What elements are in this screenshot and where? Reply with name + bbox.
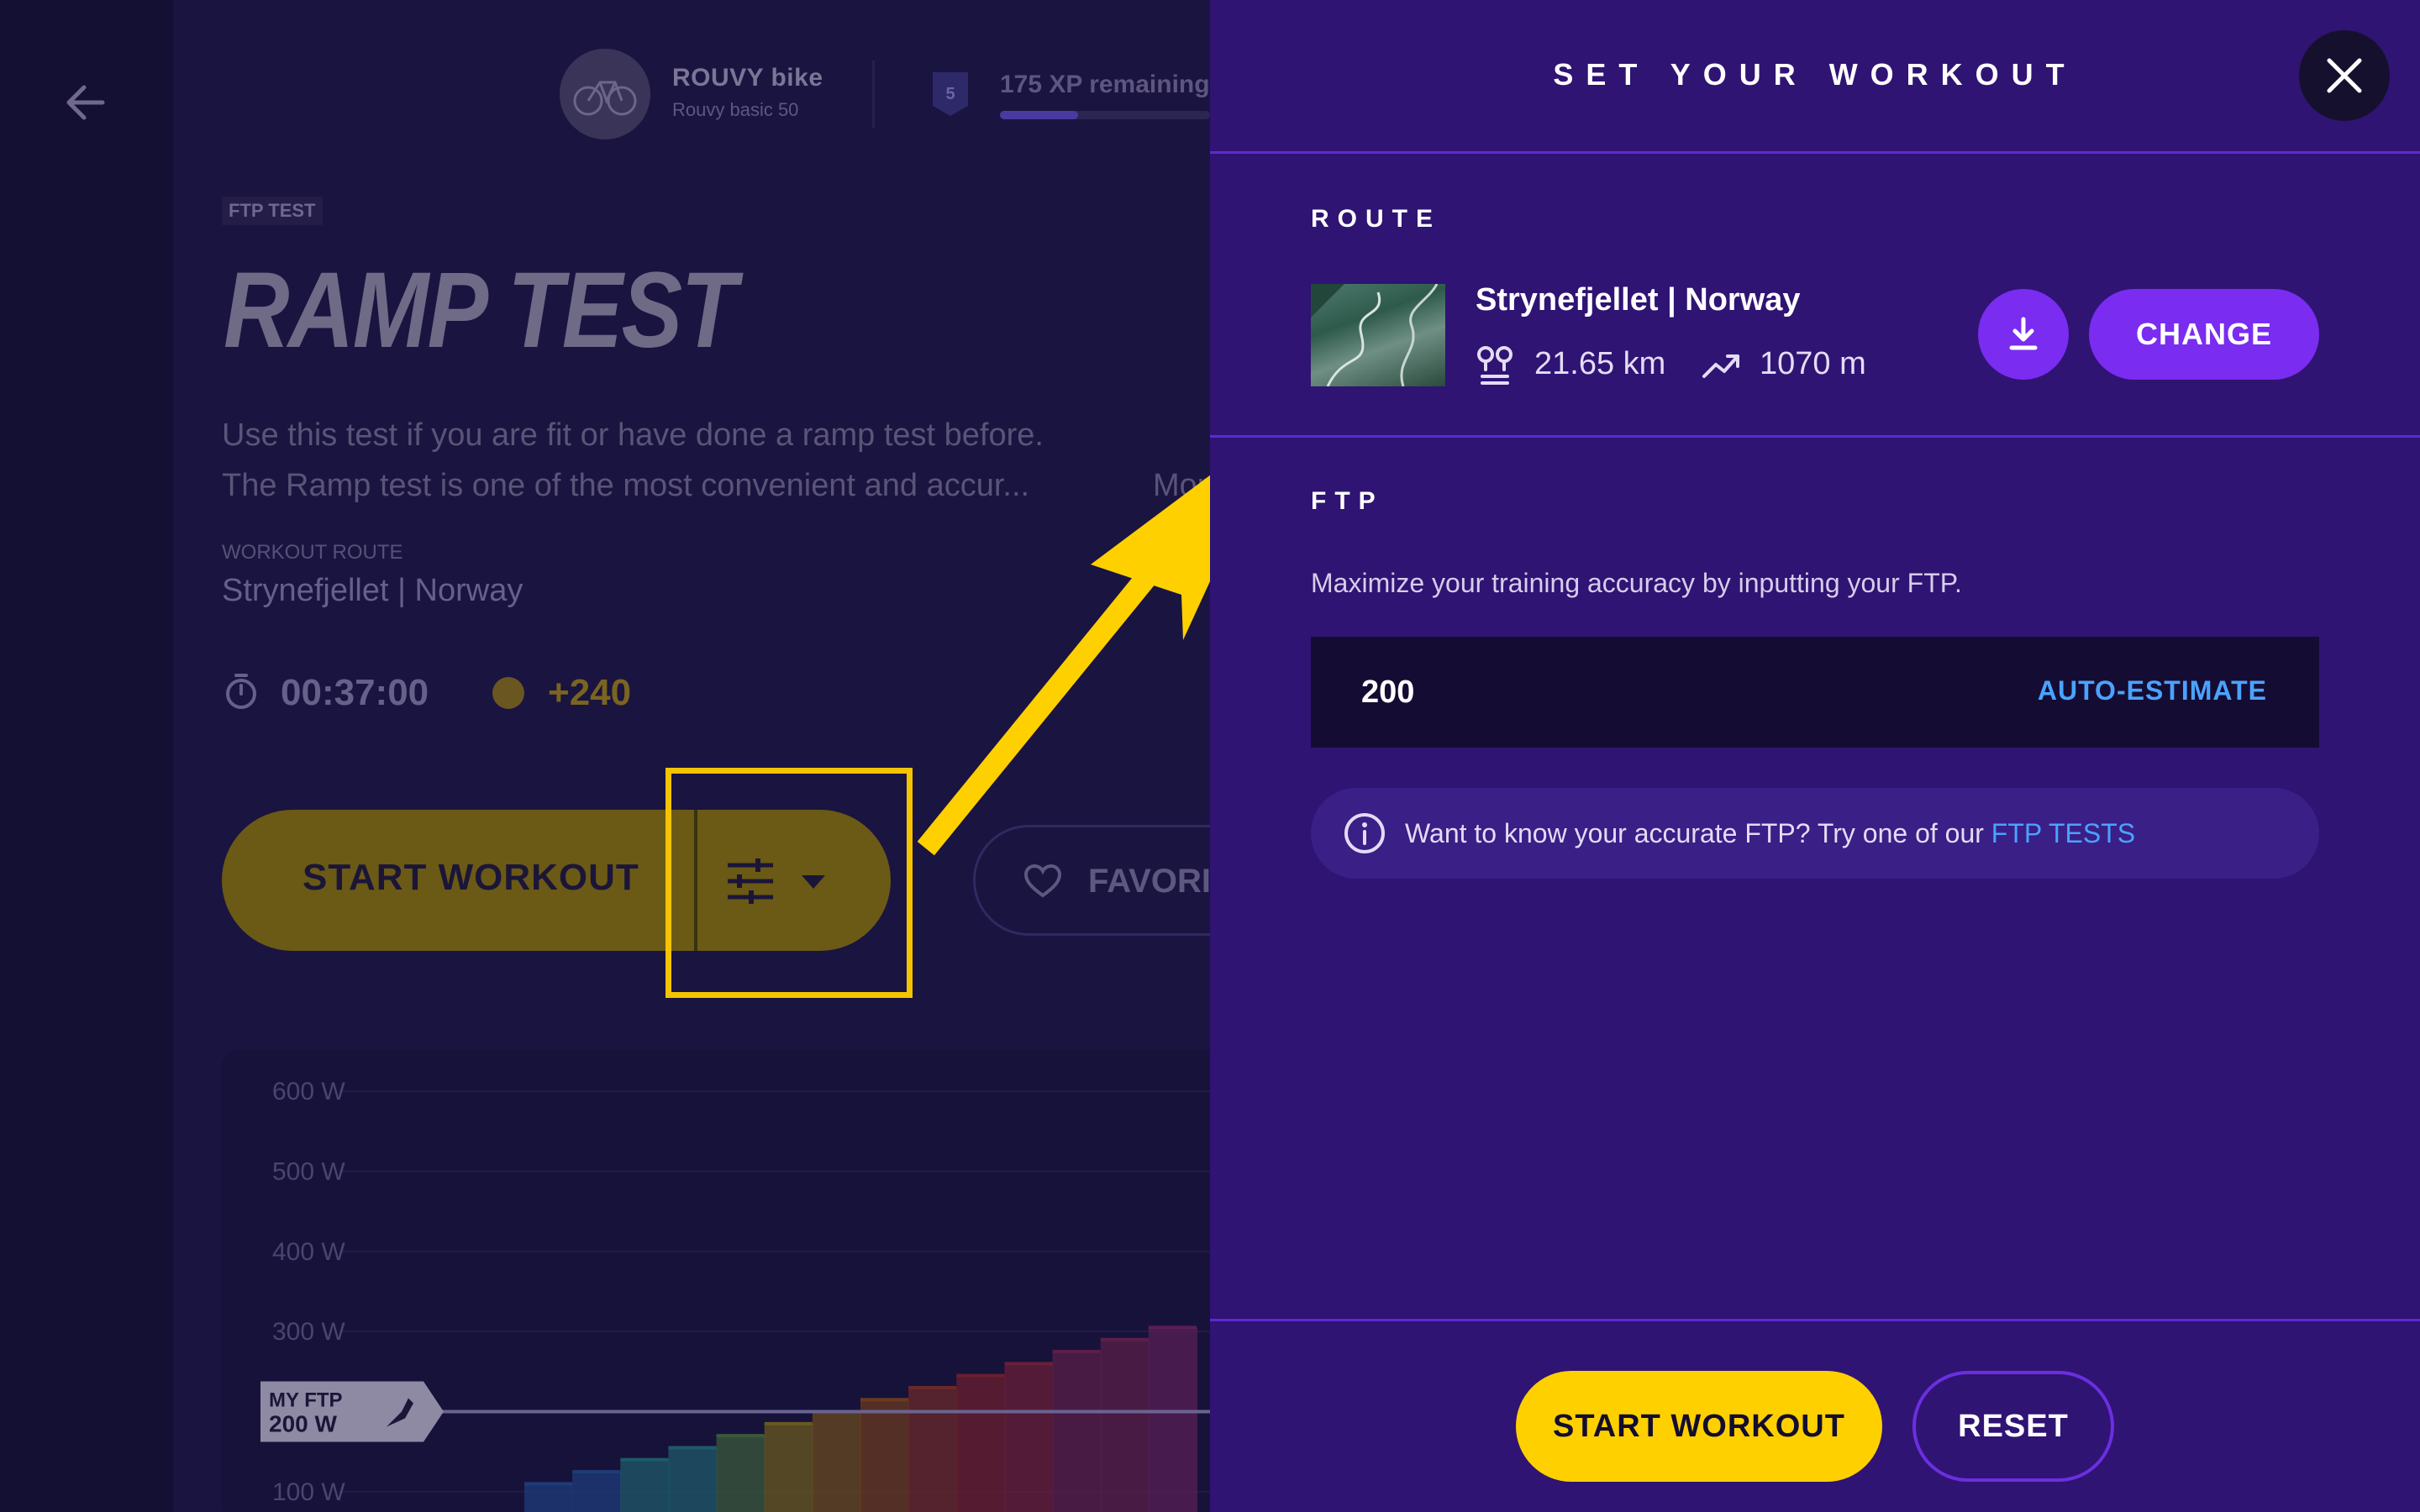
- workout-duration: 00:37:00: [281, 672, 429, 713]
- workout-tag: FTP TEST: [222, 197, 323, 225]
- panel-title: SET YOUR WORKOUT: [1553, 57, 2077, 92]
- settings-highlight-box: [666, 768, 913, 998]
- ftp-info-message: Want to know your accurate FTP? Try one …: [1405, 818, 1984, 848]
- workout-power-chart: 600 W 500 W 400 W 300 W 100 W MY FTP 200 W: [222, 1050, 1210, 1512]
- my-ftp-tag-value: 200 W: [269, 1411, 337, 1437]
- chart-bar: [812, 1411, 861, 1512]
- power-chart-svg: 600 W 500 W 400 W 300 W 100 W MY FTP200 W: [260, 1078, 1210, 1512]
- back-arrow-icon[interactable]: [59, 76, 113, 129]
- route-thumbnail: [1311, 284, 1445, 386]
- workout-xp-reward: +240: [548, 672, 632, 713]
- workout-title: RAMP TEST: [224, 250, 737, 370]
- chart-bar: [716, 1436, 765, 1512]
- heart-icon: [1024, 864, 1061, 898]
- bike-name: ROUVY bike: [672, 64, 823, 92]
- bike-icon: [573, 81, 637, 116]
- change-route-button[interactable]: CHANGE: [2089, 289, 2319, 380]
- chart-bar: [860, 1399, 910, 1512]
- chart-y-tick-label: 100 W: [272, 1478, 345, 1506]
- chart-y-tick-label: 400 W: [272, 1238, 345, 1266]
- download-icon: [2009, 317, 2038, 350]
- level-badge-icon: 5: [933, 72, 968, 116]
- ftp-tests-link[interactable]: FTP TESTS: [1991, 818, 2135, 848]
- route-thumbnail-image: [1311, 284, 1439, 386]
- chart-bar: [1100, 1339, 1150, 1512]
- chart-bar: [668, 1447, 718, 1512]
- my-ftp-tag-label: MY FTP: [269, 1389, 343, 1412]
- ftp-info-banner: Want to know your accurate FTP? Try one …: [1311, 788, 2319, 879]
- stopwatch-icon: [226, 674, 256, 709]
- ftp-input[interactable]: [1311, 637, 2067, 748]
- chart-bar: [524, 1483, 574, 1512]
- header-divider: [1210, 151, 2420, 154]
- xp-remaining-text: 175 XP remaining: [1000, 71, 1210, 98]
- description-line-2: The Ramp test is one of the most conveni…: [222, 468, 1030, 503]
- elevation-trend-icon: [1702, 354, 1739, 378]
- route-divider: [1210, 435, 2420, 438]
- close-icon: [2327, 58, 2362, 93]
- chart-bar: [908, 1387, 958, 1512]
- chart-y-tick-label: 600 W: [272, 1078, 345, 1105]
- chart-y-tick-label: 300 W: [272, 1318, 345, 1346]
- chart-bar: [620, 1459, 670, 1512]
- bike-subtitle: Rouvy basic 50: [672, 99, 799, 120]
- route-name: Strynefjellet | Norway: [1476, 282, 1801, 318]
- route-elevation: 1070 m: [1760, 346, 1866, 381]
- chart-y-tick-label: 500 W: [272, 1158, 345, 1185]
- chart-bar: [956, 1375, 1006, 1512]
- ftp-field: AUTO-ESTIMATE: [1311, 637, 2319, 748]
- ftp-info-text: Want to know your accurate FTP? Try one …: [1405, 818, 2135, 849]
- chart-bar: [764, 1423, 813, 1512]
- ftp-section-label: FTP: [1311, 487, 1384, 515]
- start-workout-button[interactable]: START WORKOUT: [1516, 1371, 1882, 1482]
- ftp-description: Maximize your training accuracy by input…: [1311, 568, 1962, 598]
- footer-divider: [1210, 1319, 2420, 1321]
- route-distance: 21.65 km: [1534, 346, 1666, 381]
- download-route-button[interactable]: [1978, 289, 2069, 380]
- xp-progress-fill: [1000, 111, 1078, 119]
- set-workout-panel: SET YOUR WORKOUT ROUTE Strynefjellet | N…: [1210, 0, 2420, 1512]
- chart-bar: [572, 1472, 622, 1512]
- bike-avatar[interactable]: [560, 49, 650, 139]
- level-number: 5: [945, 85, 955, 103]
- reset-button[interactable]: RESET: [1912, 1371, 2114, 1482]
- top-status-bar: ROUVY bike Rouvy basic 50 5 175 XP remai…: [560, 47, 1210, 139]
- chart-bar: [1004, 1363, 1054, 1512]
- left-rail: [0, 0, 173, 1512]
- info-icon: [1344, 813, 1385, 853]
- chart-bar: [1148, 1327, 1197, 1512]
- route-section-label: ROUTE: [1311, 205, 1441, 233]
- favorite-label: FAVORITE: [1088, 863, 1210, 900]
- start-workout-button-label[interactable]: START WORKOUT: [302, 857, 639, 899]
- auto-estimate-button[interactable]: AUTO-ESTIMATE: [2038, 675, 2267, 706]
- workout-route-value: Strynefjellet | Norway: [222, 573, 523, 608]
- topbar-divider: [872, 60, 875, 128]
- xp-coin-icon: [492, 677, 524, 709]
- close-button[interactable]: [2299, 30, 2390, 121]
- chart-bar: [1052, 1352, 1102, 1512]
- distance-pin-icon: [1477, 346, 1512, 385]
- xp-progress-bar: [1000, 111, 1210, 119]
- workout-route-label: WORKOUT ROUTE: [222, 541, 403, 564]
